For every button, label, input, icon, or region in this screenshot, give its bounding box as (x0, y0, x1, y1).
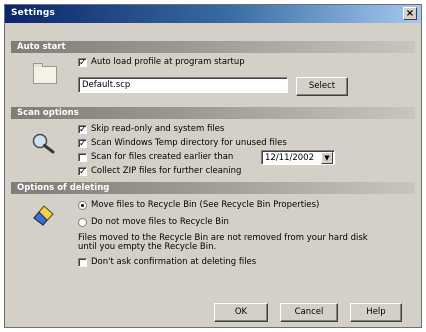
scan-older-label: Scan for files created earlier than (91, 152, 234, 162)
window-title: Settings (11, 8, 56, 18)
folder-icon (33, 63, 57, 84)
collect-zip-checkbox[interactable]: ✓ (78, 167, 87, 177)
dont-ask-label: Don't ask confirmation at deleting files (91, 257, 257, 267)
skip-readonly-label: Skip read-only and system files (91, 124, 225, 134)
close-button[interactable]: × (403, 7, 417, 20)
collect-zip-label: Collect ZIP files for further cleaning (91, 166, 242, 176)
date-value: 12/11/2002 (265, 153, 314, 163)
cancel-button[interactable]: Cancel (280, 303, 338, 322)
settings-window: Settings × Auto start ✓ Auto load profil… (4, 4, 422, 328)
move-to-recycle-label: Move files to Recycle Bin (See Recycle B… (91, 200, 320, 210)
select-button[interactable]: Select (296, 77, 348, 96)
section-header-scan-options: Scan options (11, 107, 415, 119)
scan-older-checkbox[interactable] (78, 153, 87, 162)
no-move-label: Do not move files to Recycle Bin (91, 217, 229, 227)
recycle-note-line-2: until you empty the Recycle Bin. (78, 242, 217, 252)
date-picker[interactable]: 12/11/2002 ▼ (261, 150, 335, 165)
scan-temp-checkbox[interactable]: ✓ (78, 139, 87, 149)
title-bar[interactable]: Settings × (5, 5, 421, 23)
section-header-auto-start: Auto start (11, 41, 415, 53)
eraser-icon (33, 205, 54, 226)
help-button[interactable]: Help (350, 303, 402, 322)
autoload-profile-label: Auto load profile at program startup (91, 57, 245, 67)
skip-readonly-checkbox[interactable]: ✓ (78, 125, 87, 135)
dropdown-arrow-icon[interactable]: ▼ (321, 152, 333, 164)
no-move-radio[interactable] (78, 218, 87, 227)
autoload-profile-checkbox[interactable]: ✓ (78, 58, 87, 68)
ok-button[interactable]: OK (214, 303, 268, 322)
section-header-options-of-deleting: Options of deleting (11, 182, 415, 194)
close-icon: × (405, 8, 415, 19)
scan-temp-label: Scan Windows Temp directory for unused f… (91, 138, 287, 148)
dont-ask-checkbox[interactable] (78, 258, 87, 267)
move-to-recycle-radio[interactable] (78, 201, 87, 210)
profile-path-input[interactable]: Default.scp (78, 77, 288, 93)
magnifier-icon (32, 133, 55, 154)
